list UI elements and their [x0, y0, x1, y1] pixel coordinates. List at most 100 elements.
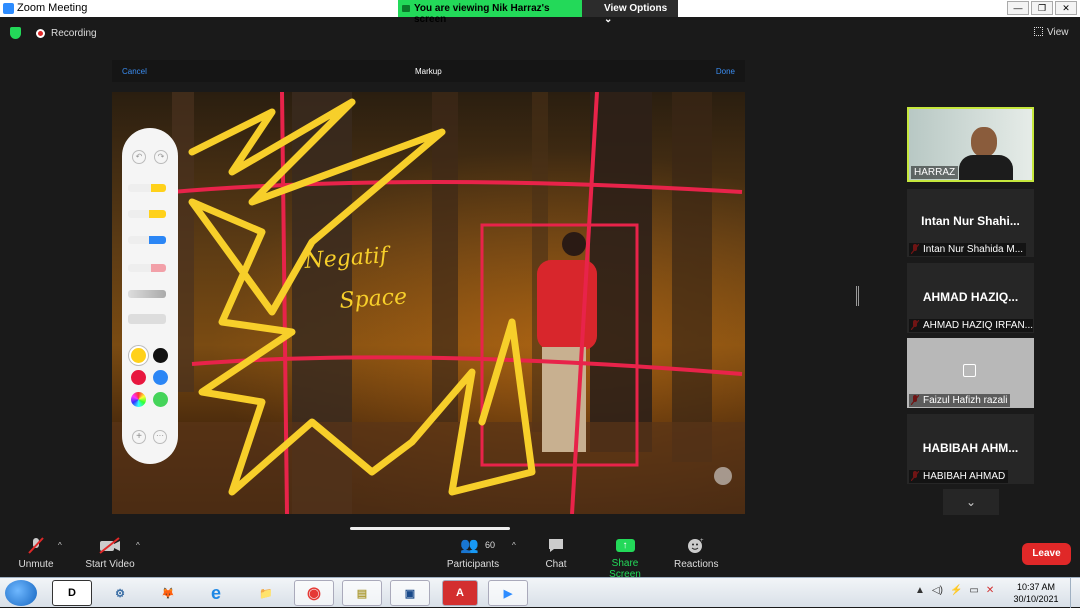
close-button[interactable]: ✕	[1055, 1, 1077, 15]
participant-display-name: Intan Nur Shahi...	[921, 214, 1020, 228]
participant-name: Intan Nur Shahida M...	[909, 243, 1027, 256]
participant-display-name: AHMAD HAZIQ...	[922, 290, 1019, 304]
tray-expand-icon[interactable]: ▲	[915, 585, 925, 596]
avatar-placeholder-icon	[963, 364, 976, 377]
minimize-button[interactable]: —	[1007, 1, 1029, 15]
markup-title: Markup	[415, 67, 442, 76]
taskbar-app-d[interactable]: D	[52, 580, 92, 606]
view-label: View	[1047, 27, 1069, 38]
ruler-tool-icon[interactable]	[128, 314, 166, 324]
recording-icon	[36, 29, 45, 38]
video-options-caret-icon[interactable]: ^	[136, 541, 140, 550]
color-picker-swatch[interactable]	[131, 392, 146, 407]
lasso-tool-icon[interactable]	[128, 290, 166, 298]
add-icon[interactable]: +	[132, 430, 146, 444]
participants-caret-icon[interactable]: ^	[512, 541, 516, 550]
handwriting-space: Space	[339, 284, 408, 314]
svg-text:+: +	[700, 538, 704, 544]
participant-tile[interactable]: Intan Nur Shahi... Intan Nur Shahida M..…	[907, 189, 1034, 257]
panel-resize-handle[interactable]	[856, 286, 859, 306]
participant-body	[959, 155, 1013, 180]
unmute-label: Unmute	[18, 559, 54, 570]
home-indicator	[350, 527, 510, 530]
video-off-icon	[99, 537, 120, 554]
markup-done-button[interactable]: Done	[716, 67, 735, 76]
tree-trunk	[672, 92, 712, 462]
participants-count: 60	[485, 540, 496, 550]
start-video-button[interactable]: Start Video	[84, 537, 136, 570]
more-options-icon[interactable]: ···	[153, 430, 167, 444]
participant-tile[interactable]: HABIBAH AHM... HABIBAH AHMAD	[907, 414, 1034, 484]
handwriting-negatif: Negatif	[303, 243, 393, 274]
assistive-touch-button	[714, 467, 732, 485]
start-video-label: Start Video	[85, 559, 135, 570]
windows-taskbar: D ⚙ 🦊 e 📁 ◉ ▤ ▣ A ▶ ▲ ◁) ⚡ ▭ ✕ 10:37 AM …	[0, 577, 1080, 608]
person-head	[562, 232, 586, 256]
color-black-swatch[interactable]	[153, 348, 168, 363]
volume-icon[interactable]: ◁)	[932, 585, 943, 596]
view-button[interactable]: View	[1034, 27, 1069, 38]
zoom-taskbar-icon[interactable]: ▶	[488, 580, 528, 606]
participant-tile[interactable]: AHMAD HAZIQ... AHMAD HAZIQ IRFAN...	[907, 263, 1034, 333]
show-desktop-button[interactable]	[1070, 578, 1080, 608]
viewing-banner-text: You are viewing Nik Harraz's screen	[414, 3, 550, 25]
reactions-label: Reactions	[674, 559, 719, 570]
viewing-screen-banner: You are viewing Nik Harraz's screen	[398, 0, 582, 25]
leave-button[interactable]: Leave	[1022, 543, 1071, 565]
more-participants-chevron-icon[interactable]: ⌄	[943, 489, 999, 515]
chrome-icon[interactable]: ◉	[294, 580, 334, 606]
taskbar-clock[interactable]: 10:37 AM 30/10/2021	[1008, 581, 1064, 605]
power-icon[interactable]: ⚡	[950, 585, 962, 596]
screen-share-icon	[402, 5, 410, 12]
taskbar-app-settings-icon[interactable]: ⚙	[100, 580, 140, 606]
pencil-tool-icon[interactable]	[128, 236, 166, 244]
participant-tile[interactable]: Faizul Hafizh razali	[907, 338, 1034, 408]
share-screen-button[interactable]: ↑ Share Screen	[596, 537, 654, 580]
window-title: Zoom Meeting	[17, 2, 88, 14]
audio-options-caret-icon[interactable]: ^	[58, 541, 62, 550]
share-screen-icon: ↑	[615, 539, 635, 552]
participant-video-tile[interactable]: HARRAZ	[907, 107, 1034, 182]
color-yellow-swatch[interactable]	[131, 348, 146, 363]
photo-drawing: Negatif Space	[112, 92, 745, 514]
window-controls: — ❐ ✕	[1007, 1, 1077, 15]
undo-icon[interactable]: ↶	[132, 150, 146, 164]
tree-trunk	[590, 92, 652, 452]
color-green-swatch[interactable]	[153, 392, 168, 407]
unmute-button[interactable]: Unmute	[16, 537, 56, 570]
shared-photo: Negatif Space	[112, 92, 745, 514]
taskbar-app-notes-icon[interactable]: ▤	[342, 580, 382, 606]
start-button[interactable]	[5, 580, 37, 606]
network-icon[interactable]: ▭	[969, 585, 978, 596]
participant-display-name: HABIBAH AHM...	[922, 441, 1019, 455]
recording-label: Recording	[51, 28, 97, 39]
zoom-app-icon	[3, 3, 14, 14]
file-explorer-icon[interactable]: 📁	[246, 580, 286, 606]
action-center-icon[interactable]: ✕	[986, 585, 994, 596]
reactions-button[interactable]: + Reactions	[674, 537, 718, 570]
forest-floor	[112, 422, 745, 514]
color-red-swatch[interactable]	[131, 370, 146, 385]
participants-label: Participants	[446, 559, 500, 570]
marker-tool-icon[interactable]	[128, 210, 166, 218]
clock-date: 30/10/2021	[1013, 594, 1059, 604]
acrobat-icon[interactable]: A	[442, 580, 478, 606]
chat-button[interactable]: Chat	[540, 537, 572, 570]
color-blue-swatch[interactable]	[153, 370, 168, 385]
redo-icon[interactable]: ↷	[154, 150, 168, 164]
participant-name: AHMAD HAZIQ IRFAN...	[909, 319, 1033, 332]
markup-cancel-button[interactable]: Cancel	[122, 67, 147, 76]
grid-icon	[1034, 27, 1043, 36]
markup-palette: ↶ ↷ + ···	[122, 128, 178, 464]
pen-tool-icon[interactable]	[128, 184, 166, 192]
window-titlebar: Zoom Meeting You are viewing Nik Harraz'…	[0, 0, 1080, 25]
participant-face	[971, 127, 997, 157]
muted-mic-icon	[28, 537, 44, 554]
firefox-icon[interactable]: 🦊	[148, 580, 188, 606]
internet-explorer-icon[interactable]: e	[196, 580, 236, 606]
encryption-shield-icon[interactable]	[10, 27, 21, 39]
view-options-button[interactable]: View Options ⌄	[582, 0, 678, 25]
taskbar-app-monitor-icon[interactable]: ▣	[390, 580, 430, 606]
maximize-button[interactable]: ❐	[1031, 1, 1053, 15]
eraser-tool-icon[interactable]	[128, 264, 166, 272]
